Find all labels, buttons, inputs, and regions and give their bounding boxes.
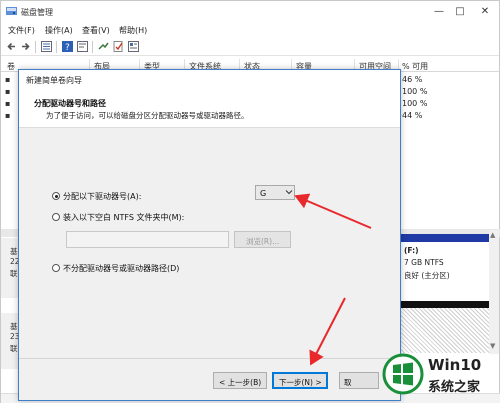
list-icon[interactable] bbox=[41, 41, 52, 52]
next-button-label: 下一步(N) > bbox=[279, 378, 322, 387]
maximize-button[interactable]: □ bbox=[452, 4, 468, 20]
percent-free-cell[interactable]: 44 % bbox=[402, 111, 422, 120]
assign-letter-radio[interactable] bbox=[52, 192, 60, 200]
menu-bar: 文件(F) 操作(A) 查看(V) 帮助(H) bbox=[1, 23, 499, 38]
volume-row-bullet: ▪ bbox=[5, 75, 11, 84]
wizard-step-title: 分配驱动器号和路径 bbox=[34, 99, 106, 108]
f-volume-name: (F:) bbox=[404, 246, 419, 255]
scroll-down-icon[interactable]: ▼ bbox=[490, 342, 495, 350]
f-volume-panel[interactable]: (F:) 7 GB NTFS 良好 (主分区) bbox=[401, 234, 489, 300]
back-icon[interactable] bbox=[6, 41, 17, 52]
menu-view[interactable]: 查看(V) bbox=[82, 25, 110, 36]
disk-0-type: 基 bbox=[10, 247, 18, 256]
column-volume[interactable]: 卷 bbox=[7, 61, 15, 72]
percent-free-cell[interactable]: 46 % bbox=[402, 75, 422, 84]
new-simple-volume-wizard: 新建简单卷向导 分配驱动器号和路径 为了便于访问，可以给磁盘分区分配驱动器号或驱… bbox=[18, 69, 401, 401]
browse-label: 浏览(R)... bbox=[246, 237, 280, 246]
win10-watermark: Win10 系统之家 bbox=[382, 353, 492, 398]
no-assign-label[interactable]: 不分配驱动器号或驱动器路径(D) bbox=[63, 263, 179, 274]
mount-folder-label[interactable]: 装入以下空白 NTFS 文件夹中(M): bbox=[63, 212, 184, 223]
volume-row-bullet: ▪ bbox=[5, 99, 11, 108]
wizard-header: 分配驱动器号和路径 为了便于访问，可以给磁盘分区分配驱动器号或驱动器路径。 bbox=[19, 90, 400, 128]
percent-free-cell[interactable]: 100 % bbox=[402, 99, 427, 108]
disk-1-status: 联 bbox=[10, 344, 18, 353]
disk-0-status: 联 bbox=[10, 269, 18, 278]
folder-path-input[interactable] bbox=[66, 231, 229, 248]
connect-icon[interactable] bbox=[98, 41, 109, 52]
assign-letter-label[interactable]: 分配以下驱动器号(A): bbox=[63, 191, 141, 202]
next-button[interactable]: 下一步(N) > bbox=[272, 372, 328, 389]
volume-row-bullet: ▪ bbox=[5, 87, 11, 96]
mount-folder-radio[interactable] bbox=[52, 213, 60, 221]
menu-help[interactable]: 帮助(H) bbox=[119, 25, 147, 36]
properties-icon[interactable] bbox=[77, 41, 88, 52]
drive-letter-value: G bbox=[260, 189, 267, 198]
window-title: 磁盘管理 bbox=[21, 8, 53, 17]
f-volume-bar bbox=[401, 234, 489, 242]
wizard-step-subtitle: 为了便于访问，可以给磁盘分区分配驱动器号或驱动器路径。 bbox=[46, 111, 249, 120]
view-icon[interactable] bbox=[128, 41, 139, 52]
minimize-button[interactable]: — bbox=[431, 4, 447, 20]
disk-1-type: 基 bbox=[10, 322, 18, 331]
graph-scrollbar[interactable]: ▲ ▼ bbox=[489, 230, 499, 354]
unallocated-space[interactable] bbox=[401, 301, 489, 353]
f-volume-size: 7 GB NTFS bbox=[404, 258, 444, 267]
f-volume-status: 良好 (主分区) bbox=[404, 271, 450, 280]
cancel-button-label: 取 bbox=[344, 378, 352, 387]
windows-logo-icon bbox=[382, 353, 424, 395]
close-button[interactable]: ✕ bbox=[477, 4, 493, 20]
no-assign-radio[interactable] bbox=[52, 264, 60, 272]
menu-file[interactable]: 文件(F) bbox=[8, 25, 35, 36]
cancel-button[interactable]: 取 bbox=[339, 372, 379, 389]
browse-button[interactable]: 浏览(R)... bbox=[234, 231, 291, 248]
title-bar: 磁盘管理 — □ ✕ bbox=[1, 1, 499, 23]
watermark-brand: Win10 bbox=[428, 356, 482, 374]
svg-text:?: ? bbox=[65, 43, 70, 52]
percent-free-cell[interactable]: 100 % bbox=[402, 87, 427, 96]
toolbar: ? bbox=[1, 38, 499, 56]
menu-action[interactable]: 操作(A) bbox=[45, 25, 73, 36]
scroll-up-icon[interactable]: ▲ bbox=[490, 231, 495, 239]
watermark-subtitle: 系统之家 bbox=[428, 380, 481, 395]
wizard-footer-divider bbox=[19, 358, 400, 359]
back-button-label: < 上一步(B) bbox=[219, 378, 262, 387]
volume-row-bullet: ▪ bbox=[5, 111, 11, 120]
wizard-title-bar[interactable]: 新建简单卷向导 bbox=[19, 70, 400, 90]
drive-letter-dropdown[interactable]: G bbox=[255, 185, 295, 200]
column-percent-free[interactable]: % 可用 bbox=[402, 61, 428, 72]
wizard-title: 新建简单卷向导 bbox=[26, 76, 82, 85]
forward-icon[interactable] bbox=[20, 41, 31, 52]
chevron-down-icon bbox=[285, 190, 293, 195]
disk-management-icon bbox=[6, 7, 17, 15]
back-button[interactable]: < 上一步(B) bbox=[213, 372, 267, 389]
help-icon[interactable]: ? bbox=[62, 41, 73, 52]
check-icon[interactable] bbox=[113, 41, 124, 52]
